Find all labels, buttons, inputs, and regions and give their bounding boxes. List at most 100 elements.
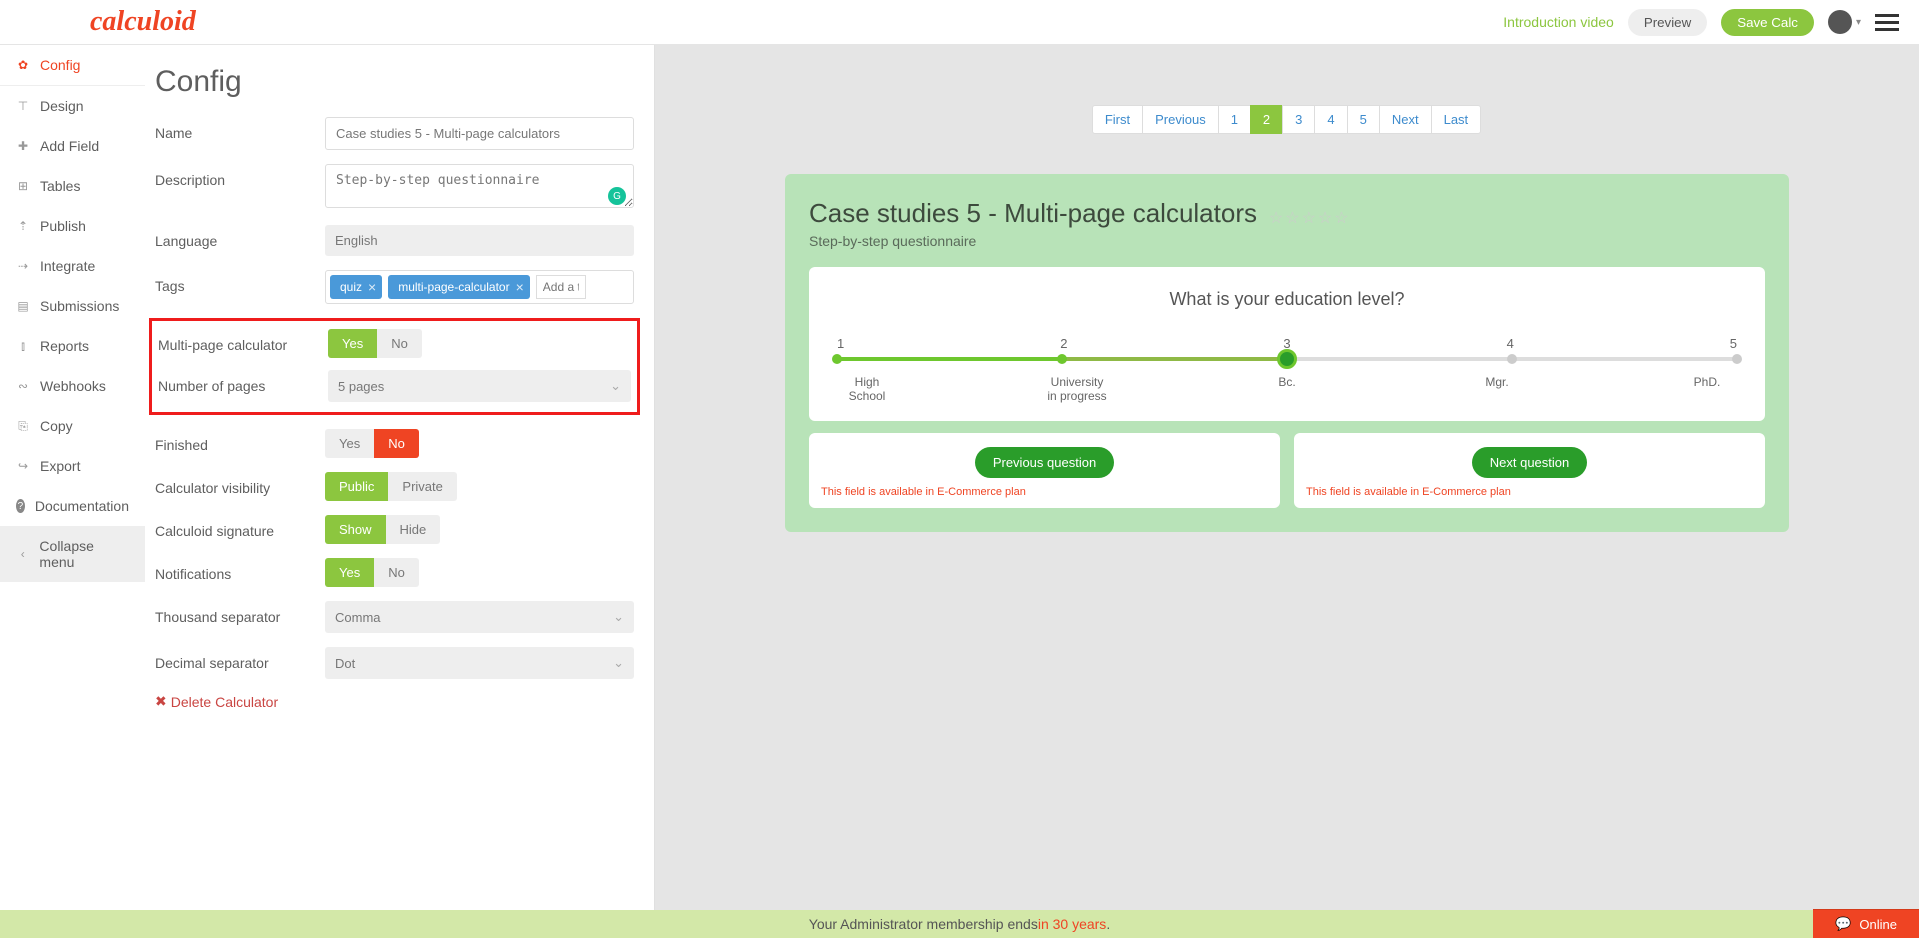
- visibility-private-button[interactable]: Private: [388, 472, 456, 501]
- sidebar-item-config[interactable]: ✿Config: [0, 45, 145, 86]
- visibility-public-button[interactable]: Public: [325, 472, 388, 501]
- sidebar-item-integrate[interactable]: ⇢Integrate: [0, 246, 145, 286]
- sidebar-item-webhooks[interactable]: ∾Webhooks: [0, 366, 145, 406]
- sidebar-item-label: Tables: [40, 178, 80, 194]
- ecommerce-note: This field is available in E-Commerce pl…: [1306, 486, 1753, 498]
- signature-hide-button[interactable]: Hide: [386, 515, 441, 544]
- pager-page-1[interactable]: 1: [1218, 105, 1251, 134]
- calculator-subtitle: Step-by-step questionnaire: [809, 233, 1765, 249]
- previous-question-card: Previous question This field is availabl…: [809, 433, 1280, 508]
- slider-value-label: High School: [837, 375, 897, 403]
- remove-tag-icon[interactable]: ×: [516, 279, 524, 295]
- chat-icon: 💬: [1835, 916, 1851, 932]
- online-label: Online: [1859, 917, 1897, 932]
- sidebar-item-label: Export: [40, 458, 80, 474]
- slider-value-label: University in progress: [1047, 375, 1107, 403]
- decimal-label: Decimal separator: [155, 647, 325, 671]
- remove-tag-icon[interactable]: ×: [368, 279, 376, 295]
- notifications-label: Notifications: [155, 558, 325, 582]
- delete-calculator-link[interactable]: ✖ Delete Calculator: [155, 693, 278, 710]
- pager-last-button[interactable]: Last: [1431, 105, 1482, 134]
- name-label: Name: [155, 117, 325, 141]
- introduction-video-link[interactable]: Introduction video: [1503, 14, 1614, 30]
- select-value: Dot: [335, 656, 355, 671]
- ecommerce-note: This field is available in E-Commerce pl…: [821, 486, 1268, 498]
- chevron-down-icon: ⌄: [613, 655, 624, 671]
- user-menu[interactable]: ▾: [1828, 10, 1861, 34]
- multipage-label: Multi-page calculator: [158, 329, 328, 353]
- decimal-select[interactable]: Dot ⌄: [325, 647, 634, 679]
- page-title: Config: [155, 65, 634, 99]
- pager-previous-button[interactable]: Previous: [1142, 105, 1219, 134]
- sidebar-item-collapse[interactable]: ‹Collapse menu: [0, 526, 145, 582]
- sidebar-item-add-field[interactable]: ✚Add Field: [0, 126, 145, 166]
- pager-page-3[interactable]: 3: [1282, 105, 1315, 134]
- previous-question-button[interactable]: Previous question: [975, 447, 1114, 478]
- footer-text: .: [1106, 916, 1110, 932]
- export-icon: ↪: [16, 459, 30, 473]
- pages-label: Number of pages: [158, 370, 328, 394]
- tag-label: multi-page-calculator: [398, 280, 509, 294]
- thousand-select[interactable]: Comma ⌄: [325, 601, 634, 633]
- rating-stars[interactable]: ☆ ☆ ☆ ☆ ☆: [1269, 208, 1349, 228]
- description-input[interactable]: [325, 164, 634, 208]
- notifications-yes-button[interactable]: Yes: [325, 558, 374, 587]
- webhooks-icon: ∾: [16, 379, 30, 393]
- submissions-icon: ▤: [16, 299, 30, 313]
- calculator-preview-card: Case studies 5 - Multi-page calculators …: [785, 174, 1789, 532]
- pager-page-2[interactable]: 2: [1250, 105, 1283, 134]
- sidebar-item-submissions[interactable]: ▤ Submissions: [0, 286, 145, 326]
- multipage-yes-button[interactable]: Yes: [328, 329, 377, 358]
- pager-page-5[interactable]: 5: [1347, 105, 1380, 134]
- tag-chip[interactable]: multi-page-calculator ×: [388, 275, 530, 299]
- signature-show-button[interactable]: Show: [325, 515, 386, 544]
- language-select[interactable]: English: [325, 225, 634, 256]
- sidebar-item-publish[interactable]: ⇡Publish: [0, 206, 145, 246]
- sidebar-item-label: Documentation: [35, 498, 129, 514]
- avatar-icon: [1828, 10, 1852, 34]
- pager-page-4[interactable]: 4: [1314, 105, 1347, 134]
- config-panel: Config Name Description G Language Engli…: [145, 45, 655, 910]
- name-input[interactable]: [325, 117, 634, 150]
- select-value: English: [335, 233, 378, 248]
- pages-select[interactable]: 5 pages⌄: [328, 370, 631, 402]
- notifications-no-button[interactable]: No: [374, 558, 419, 587]
- multipage-no-button[interactable]: No: [377, 329, 422, 358]
- thousand-label: Thousand separator: [155, 601, 325, 625]
- slider-tick-label: 1: [837, 336, 844, 351]
- finished-no-button[interactable]: No: [374, 429, 419, 458]
- finished-yes-button[interactable]: Yes: [325, 429, 374, 458]
- preview-button[interactable]: Preview: [1628, 9, 1707, 36]
- question-card: What is your education level? 1 2 3 4 5: [809, 267, 1765, 421]
- slider-handle[interactable]: [1277, 349, 1297, 369]
- select-value: Comma: [335, 610, 381, 625]
- logo[interactable]: calculoid: [90, 6, 196, 38]
- save-calc-button[interactable]: Save Calc: [1721, 9, 1814, 36]
- footer-expiry: in 30 years: [1038, 916, 1106, 932]
- sidebar-item-documentation[interactable]: ? Documentation: [0, 486, 145, 526]
- sidebar-item-copy[interactable]: ⎘Copy: [0, 406, 145, 446]
- slider-value-label: PhD.: [1677, 375, 1737, 403]
- tag-chip[interactable]: quiz×: [330, 275, 382, 299]
- education-slider[interactable]: 1 2 3 4 5: [829, 336, 1745, 403]
- grammarly-icon[interactable]: G: [608, 187, 626, 205]
- add-tag-input[interactable]: [536, 275, 586, 299]
- sidebar-item-reports[interactable]: ⫾Reports: [0, 326, 145, 366]
- finished-label: Finished: [155, 429, 325, 453]
- hamburger-menu-icon[interactable]: [1875, 14, 1899, 31]
- help-icon: ?: [16, 499, 25, 513]
- language-label: Language: [155, 225, 325, 249]
- sidebar-item-tables[interactable]: ⊞Tables: [0, 166, 145, 206]
- sidebar-item-label: Submissions: [40, 298, 119, 314]
- pager-first-button[interactable]: First: [1092, 105, 1143, 134]
- next-question-button[interactable]: Next question: [1472, 447, 1588, 478]
- tags-input[interactable]: quiz× multi-page-calculator ×: [325, 270, 634, 304]
- pager-next-button[interactable]: Next: [1379, 105, 1432, 134]
- question-title: What is your education level?: [829, 289, 1745, 310]
- online-chat-badge[interactable]: 💬 Online: [1813, 909, 1919, 938]
- sidebar-item-export[interactable]: ↪ Export: [0, 446, 145, 486]
- chevron-down-icon: ⌄: [613, 609, 624, 625]
- sidebar-item-design[interactable]: ⊤Design: [0, 86, 145, 126]
- slider-tick-label: 4: [1507, 336, 1514, 351]
- sidebar-item-label: Collapse menu: [39, 538, 129, 570]
